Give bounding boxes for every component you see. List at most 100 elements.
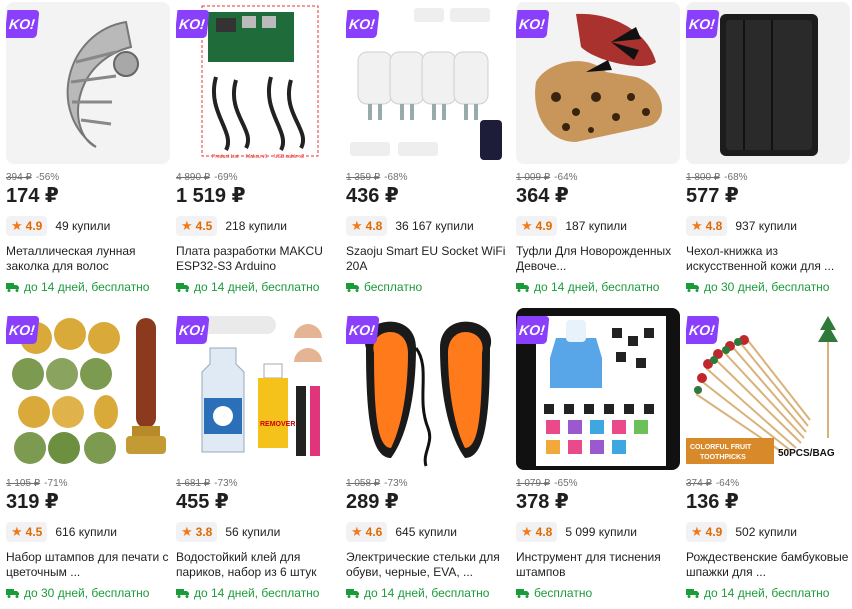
old-price: 1 079 ₽ <box>516 478 551 489</box>
rating-badge: ★ 4.5 <box>176 216 218 236</box>
price: 319 ₽ <box>6 491 59 513</box>
ko-badge: KO! <box>686 10 720 38</box>
product-card[interactable]: KO! 1 800 ₽ -68% 577 ₽ ★ 4.8 937 купили Че… <box>686 2 850 302</box>
old-price-row: 1 681 ₽ -73% <box>176 478 340 490</box>
product-title[interactable]: Набор штампов для печати с цветочным ... <box>6 550 170 580</box>
product-card[interactable]: Product List Makcu v1 USB cable x2 KO! 4… <box>176 2 340 302</box>
product-title[interactable]: Плата разработки MAKCU ESP32-S3 Arduino <box>176 244 340 274</box>
bought-count: 36 167 купили <box>395 219 474 233</box>
old-price-row: 1 105 ₽ -71% <box>6 478 170 490</box>
ko-badge: KO! <box>686 316 720 344</box>
product-image[interactable]: COLORFUL FRUIT TOOTHPICKS 50PCS/BAG KO! <box>686 308 850 470</box>
product-card[interactable]: KO! 1 105 ₽ -71% 319 ₽ ★ 4.5 616 купили На… <box>6 308 170 608</box>
truck-icon <box>176 283 189 292</box>
delivery-text: бесплатно <box>534 586 593 600</box>
old-price: 1 359 ₽ <box>346 172 381 183</box>
product-image[interactable]: Product List Makcu v1 USB cable x2 KO! <box>176 2 340 164</box>
product-image[interactable]: KO! <box>516 2 680 164</box>
truck-icon <box>686 283 699 292</box>
delivery-text: до 30 дней, бесплатно <box>24 586 150 600</box>
product-card[interactable]: KO! 1 359 ₽ -68% 436 ₽ ★ 4.8 36 167 купили… <box>346 2 510 302</box>
ko-badge: KO! <box>176 316 210 344</box>
star-icon: ★ <box>351 524 363 539</box>
product-title[interactable]: Туфли Для Новорожденных Девоче... <box>516 244 680 274</box>
price: 289 ₽ <box>346 491 399 513</box>
ko-badge: KO! <box>516 316 550 344</box>
old-price-row: 374 ₽ -64% <box>686 478 850 490</box>
old-price-row: 1 079 ₽ -65% <box>516 478 680 490</box>
product-title[interactable]: Водостойкий клей для париков, набор из 6… <box>176 550 340 580</box>
rating-badge: ★ 4.8 <box>686 216 728 236</box>
truck-icon <box>346 589 359 598</box>
rating-row: ★ 4.9 49 купили <box>6 216 170 236</box>
rating-row: ★ 4.6 645 купили <box>346 522 510 542</box>
old-price: 1 058 ₽ <box>346 478 381 489</box>
delivery-text: до 14 дней, бесплатно <box>364 586 490 600</box>
product-image[interactable]: KO! <box>686 2 850 164</box>
product-card[interactable]: KO! 1 009 ₽ -64% 364 ₽ ★ 4.9 187 купили Ту… <box>516 2 680 302</box>
product-image[interactable]: KO! <box>6 308 170 470</box>
image-text: TOOTHPICKS <box>700 454 746 461</box>
product-image[interactable]: KO! <box>516 308 680 470</box>
product-title[interactable]: Металлическая лунная заколка для волос <box>6 244 170 274</box>
image-text: COLORFUL FRUIT <box>690 444 752 451</box>
old-price: 1 800 ₽ <box>686 172 721 183</box>
delivery-text: бесплатно <box>364 280 423 294</box>
rating-row: ★ 4.9 502 купили <box>686 522 850 542</box>
star-icon: ★ <box>521 218 533 233</box>
rating-badge: ★ 4.9 <box>6 216 48 236</box>
delivery-info: до 14 дней, бесплатно <box>516 280 680 294</box>
truck-icon <box>6 589 19 598</box>
ko-badge: KO! <box>6 10 40 38</box>
rating-row: ★ 4.8 5 099 купили <box>516 522 680 542</box>
product-image[interactable]: KO! <box>346 308 510 470</box>
product-image[interactable]: KO! <box>6 2 170 164</box>
delivery-info: до 30 дней, бесплатно <box>686 280 850 294</box>
product-card[interactable]: COLORFUL FRUIT TOOTHPICKS 50PCS/BAG KO! … <box>686 308 850 608</box>
product-title[interactable]: Рождественские бамбуковые шпажки для ... <box>686 550 850 580</box>
bought-count: 502 купили <box>735 525 797 539</box>
rating-badge: ★ 4.9 <box>516 216 558 236</box>
rating-row: ★ 4.8 937 купили <box>686 216 850 236</box>
rating-row: ★ 4.9 187 купили <box>516 216 680 236</box>
star-icon: ★ <box>351 218 363 233</box>
delivery-text: до 14 дней, бесплатно <box>24 280 150 294</box>
ko-badge: KO! <box>176 10 210 38</box>
star-icon: ★ <box>11 218 23 233</box>
product-image[interactable]: REMOVER KO! <box>176 308 340 470</box>
rating-badge: ★ 4.9 <box>686 522 728 542</box>
delivery-text: до 14 дней, бесплатно <box>194 586 320 600</box>
delivery-info: до 14 дней, бесплатно <box>6 280 170 294</box>
price: 136 ₽ <box>686 491 739 513</box>
product-card[interactable]: REMOVER KO! 1 681 ₽ -73% 455 ₽ ★ 3.8 56 ку… <box>176 308 340 608</box>
bought-count: 187 купили <box>565 219 627 233</box>
truck-icon <box>686 589 699 598</box>
product-title[interactable]: Чехол-книжка из искусственной кожи для .… <box>686 244 850 274</box>
delivery-text: до 14 дней, бесплатно <box>194 280 320 294</box>
delivery-info: до 14 дней, бесплатно <box>686 586 850 600</box>
truck-icon <box>516 589 529 598</box>
rating-value: 4.8 <box>535 525 553 539</box>
rating-value: 4.6 <box>365 525 383 539</box>
rating-badge: ★ 4.5 <box>6 522 48 542</box>
product-image[interactable]: KO! <box>346 2 510 164</box>
delivery-info: бесплатно <box>516 586 680 600</box>
image-text: Makcu v1 <box>246 154 268 160</box>
discount: -64% <box>554 172 578 183</box>
price: 364 ₽ <box>516 185 569 207</box>
product-card[interactable]: KO! 1 079 ₽ -65% 378 ₽ ★ 4.8 5 099 купили … <box>516 308 680 608</box>
rating-badge: ★ 4.6 <box>346 522 388 542</box>
image-text: REMOVER <box>260 421 295 428</box>
product-title[interactable]: Инструмент для тиснения штампов <box>516 550 680 580</box>
bought-count: 645 купили <box>395 525 457 539</box>
price: 455 ₽ <box>176 491 229 513</box>
product-title[interactable]: Szaoju Smart EU Socket WiFi 20A <box>346 244 510 274</box>
product-card[interactable]: KO! 394 ₽ -56% 174 ₽ ★ 4.9 49 купили Метал… <box>6 2 170 302</box>
delivery-text: до 14 дней, бесплатно <box>534 280 660 294</box>
delivery-info: до 14 дней, бесплатно <box>346 586 510 600</box>
ko-badge: KO! <box>6 316 40 344</box>
product-title[interactable]: Электрические стельки для обуви, черные,… <box>346 550 510 580</box>
product-card[interactable]: KO! 1 058 ₽ -73% 289 ₽ ★ 4.6 645 купили Эл… <box>346 308 510 608</box>
rating-value: 3.8 <box>195 525 213 539</box>
rating-badge: ★ 4.8 <box>516 522 558 542</box>
